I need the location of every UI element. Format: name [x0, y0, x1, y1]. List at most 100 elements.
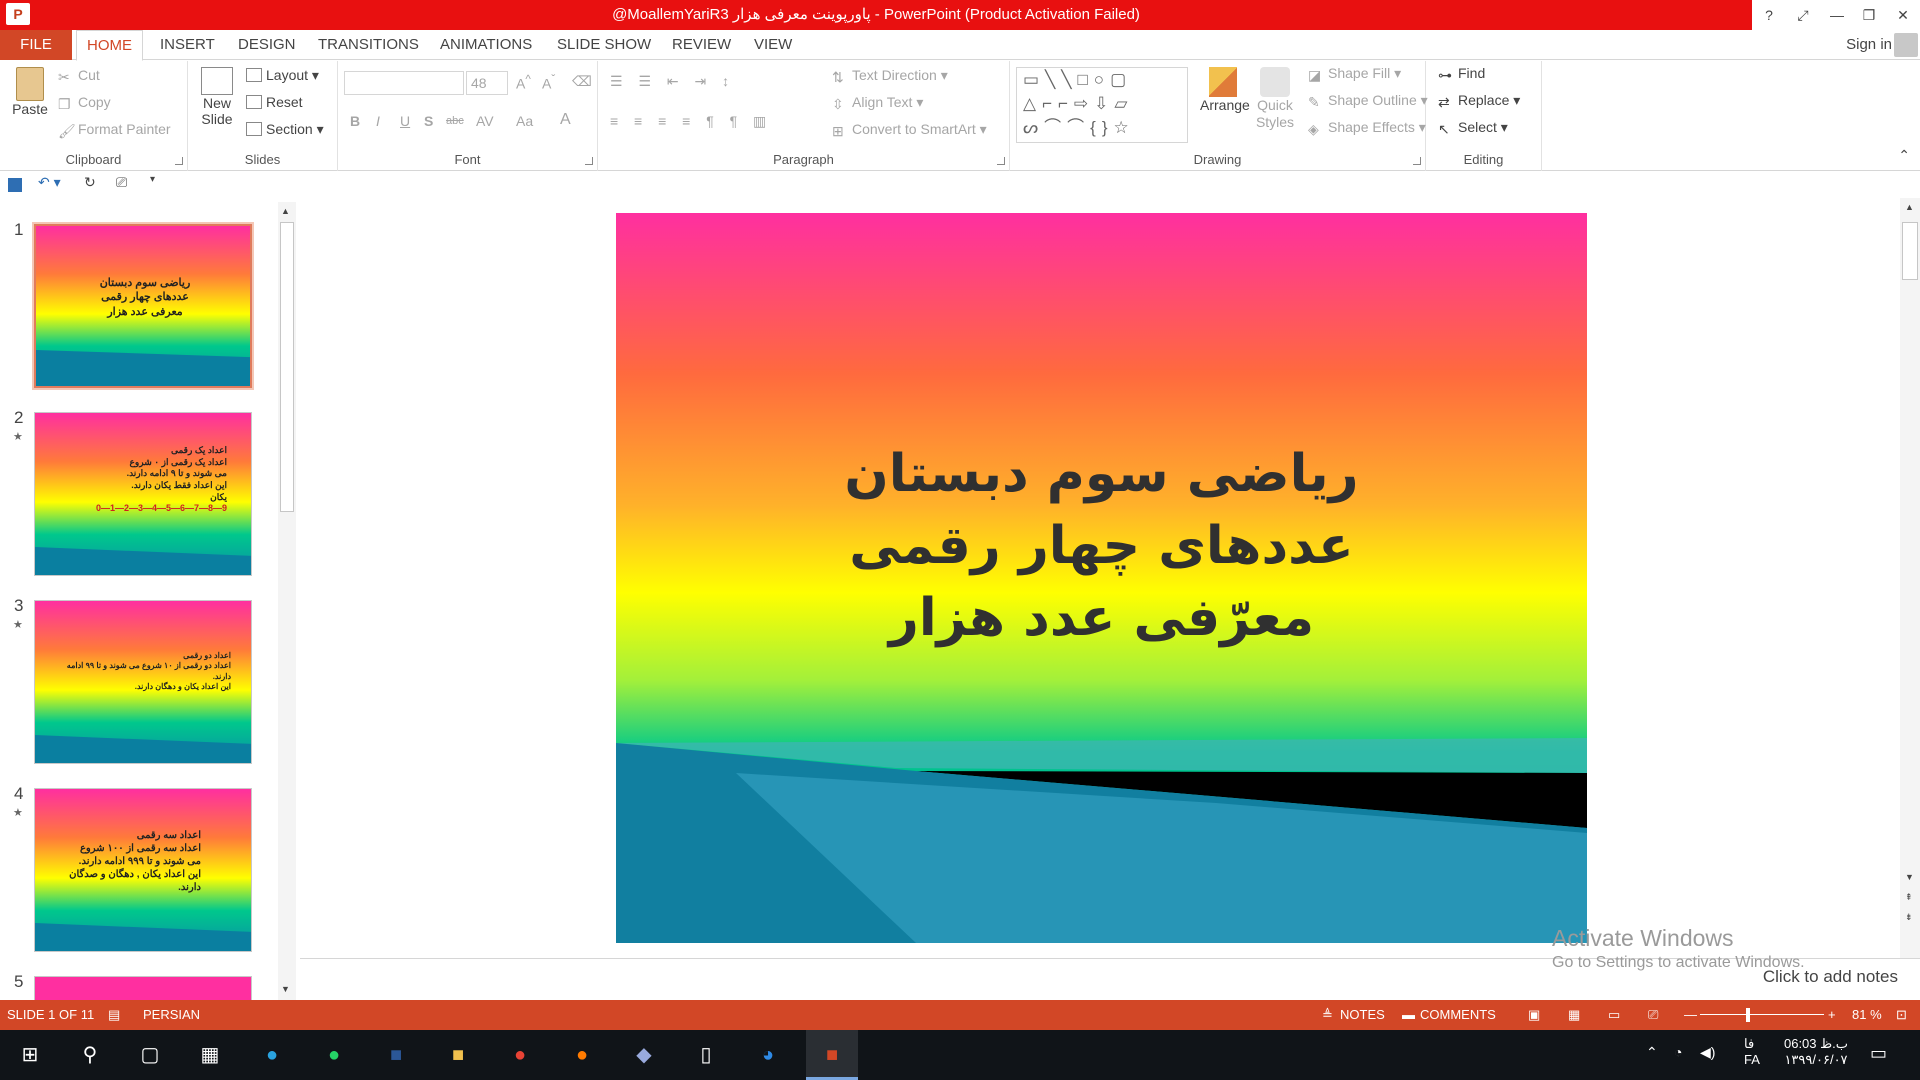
comments-icon[interactable]: ▬ — [1402, 1000, 1415, 1030]
strikethrough-button[interactable]: abc — [446, 115, 464, 127]
paint-icon[interactable]: ◆ — [618, 1030, 670, 1080]
notes-icon[interactable]: ≜ — [1322, 1000, 1333, 1030]
scrollbar-thumb[interactable] — [1902, 222, 1918, 280]
notifications-icon[interactable]: ▭ — [1870, 1043, 1887, 1064]
shape-effects-button[interactable]: ◈ Shape Effects ▾ — [1308, 119, 1426, 137]
customize-qat-icon[interactable]: ▾ — [150, 174, 155, 185]
character-spacing-button[interactable]: AV — [476, 113, 494, 129]
notepad-icon[interactable]: ▯ — [680, 1030, 732, 1080]
cut-button[interactable]: ✂ Cut — [58, 67, 100, 85]
reading-view-icon[interactable]: ▭ — [1608, 1000, 1620, 1030]
select-button[interactable]: ↖ Select ▾ — [1438, 119, 1508, 137]
italic-button[interactable]: I — [376, 113, 380, 129]
new-slide-button[interactable]: New Slide — [196, 67, 238, 127]
reset-button[interactable]: Reset — [246, 94, 303, 110]
scrollbar-thumb[interactable] — [280, 222, 294, 512]
quick-styles-button[interactable]: Quick Styles — [1250, 67, 1300, 131]
underline-button[interactable]: U — [400, 113, 410, 129]
shadow-button[interactable]: S — [424, 113, 433, 129]
paste-button[interactable]: Paste — [10, 67, 50, 117]
text-direction-button[interactable]: ⇅ Text Direction ▾ — [832, 67, 948, 85]
align-text-button[interactable]: ⇳ Align Text ▾ — [832, 94, 923, 112]
copy-button[interactable]: ❐ Copy — [58, 94, 111, 112]
drawing-launcher-icon[interactable] — [1413, 157, 1421, 165]
section-button[interactable]: Section ▾ — [246, 121, 324, 138]
clock[interactable]: 06:03 ب.ظ ۱۳۹۹/۰۶/۰۷ — [1776, 1036, 1856, 1068]
tab-view[interactable]: VIEW — [744, 30, 802, 60]
spellcheck-icon[interactable]: ▤ — [108, 1000, 120, 1030]
scroll-up-icon[interactable]: ▲ — [1905, 202, 1914, 212]
arrange-button[interactable]: Arrange — [1200, 67, 1250, 113]
firefox-icon[interactable]: ● — [556, 1030, 608, 1080]
tab-insert[interactable]: INSERT — [150, 30, 225, 60]
zoom-level[interactable]: 81 % — [1852, 1000, 1882, 1030]
thumbnail-slide-3[interactable]: اعداد دو رقمی اعداد دو رقمی از ۱۰ شروع م… — [34, 600, 252, 764]
restore-icon[interactable]: ❐ — [1852, 0, 1886, 30]
ribbon-display-options-icon[interactable]: ⤢ — [1786, 0, 1820, 30]
network-icon[interactable]: ◔ — [1674, 1044, 1682, 1060]
next-slide-icon[interactable]: ⇟ — [1905, 912, 1913, 923]
decrease-font-size-icon[interactable]: Aˇ — [542, 73, 555, 92]
slide-sorter-icon[interactable]: ▦ — [1568, 1000, 1580, 1030]
minimize-icon[interactable]: — — [1820, 0, 1854, 30]
alignment-buttons[interactable]: ≡ ≡ ≡ ≡ ¶ ¶ ▥ — [610, 113, 772, 130]
volume-icon[interactable]: ◀) — [1700, 1044, 1715, 1061]
normal-view-icon[interactable]: ▣ — [1528, 1000, 1540, 1030]
font-color-button[interactable]: A — [560, 111, 571, 129]
language-indicator[interactable]: PERSIAN — [143, 1000, 200, 1030]
convert-smartart-button[interactable]: ⊞ Convert to SmartArt ▾ — [832, 121, 987, 139]
replace-button[interactable]: ⇄ Replace ▾ — [1438, 92, 1520, 110]
tab-home[interactable]: HOME — [76, 30, 143, 61]
zoom-in-icon[interactable]: + — [1828, 1000, 1836, 1030]
word-icon[interactable]: ■ — [370, 1030, 422, 1080]
redo-icon[interactable]: ↻ — [84, 174, 96, 191]
format-painter-button[interactable]: 🖌 Format Painter — [58, 121, 171, 139]
change-case-button[interactable]: Aa — [516, 113, 533, 129]
comments-button[interactable]: COMMENTS — [1420, 1000, 1496, 1030]
windows-start-icon[interactable]: ⊞ — [4, 1030, 56, 1080]
avatar[interactable] — [1894, 33, 1918, 57]
scroll-down-icon[interactable]: ▼ — [281, 984, 290, 994]
fit-slide-icon[interactable]: ⊡ — [1896, 1000, 1907, 1030]
calculator-icon[interactable]: ▦ — [184, 1030, 236, 1080]
chrome-icon[interactable]: ● — [494, 1030, 546, 1080]
editor-scrollbar[interactable]: ▲ ▼ ⇞ ⇟ — [1900, 198, 1920, 958]
tab-file[interactable]: FILE — [0, 30, 72, 60]
start-slideshow-icon[interactable]: ⎚ — [116, 174, 127, 191]
whatsapp-icon[interactable]: ● — [308, 1030, 360, 1080]
sign-in-link[interactable]: Sign in — [1846, 30, 1892, 60]
layout-button[interactable]: Layout ▾ — [246, 67, 319, 84]
slideshow-view-icon[interactable]: ⎚ — [1648, 1000, 1658, 1030]
file-explorer-icon[interactable]: ■ — [432, 1030, 484, 1080]
tab-animations[interactable]: ANIMATIONS — [430, 30, 542, 60]
close-icon[interactable]: ✕ — [1886, 0, 1920, 30]
search-icon[interactable]: ⚲ — [64, 1030, 116, 1080]
tab-design[interactable]: DESIGN — [228, 30, 306, 60]
thumbnail-slide-5[interactable] — [34, 976, 252, 1000]
current-slide[interactable]: ریاضی سوم دبستان عددهای چهار رقمی معرّفی… — [616, 213, 1587, 943]
task-view-icon[interactable]: ▢ — [124, 1030, 176, 1080]
notes-button[interactable]: NOTES — [1340, 1000, 1385, 1030]
slide-title[interactable]: ریاضی سوم دبستان عددهای چهار رقمی معرّفی… — [616, 438, 1587, 654]
find-button[interactable]: ⊶ Find — [1438, 65, 1485, 83]
shape-outline-button[interactable]: ✎ Shape Outline ▾ — [1308, 92, 1428, 110]
save-icon[interactable] — [8, 178, 22, 192]
collapse-ribbon-icon[interactable]: ⌃ — [1898, 147, 1910, 164]
thumbnail-slide-1[interactable]: ریاضی سوم دبستان عددهای چهار رقمی معرفی … — [32, 222, 254, 390]
tab-slide-show[interactable]: SLIDE SHOW — [547, 30, 661, 60]
clipboard-launcher-icon[interactable] — [175, 157, 183, 165]
paragraph-launcher-icon[interactable] — [997, 157, 1005, 165]
tab-review[interactable]: REVIEW — [662, 30, 741, 60]
telegram-icon[interactable]: ● — [246, 1030, 298, 1080]
shapes-gallery[interactable]: ▭╲╲□○▢ △⌐⌐⇨⇩▱ ᔕ⌒⌒{}☆ — [1016, 67, 1188, 143]
thumbnail-slide-4[interactable]: اعداد سه رقمی اعداد سه رقمی از ۱۰۰ شروع … — [34, 788, 252, 952]
undo-icon[interactable]: ↶ ▾ — [38, 174, 61, 191]
previous-slide-icon[interactable]: ⇞ — [1905, 892, 1913, 903]
font-launcher-icon[interactable] — [585, 157, 593, 165]
scroll-down-icon[interactable]: ▼ — [1905, 872, 1914, 882]
font-name-combobox[interactable] — [344, 71, 464, 95]
scroll-up-icon[interactable]: ▲ — [281, 206, 290, 216]
zoom-out-icon[interactable]: — — [1684, 1000, 1697, 1030]
increase-font-size-icon[interactable]: A^ — [516, 73, 531, 92]
list-buttons[interactable]: ☰ ☰ ⇤ ⇥ ↕ — [610, 73, 735, 90]
